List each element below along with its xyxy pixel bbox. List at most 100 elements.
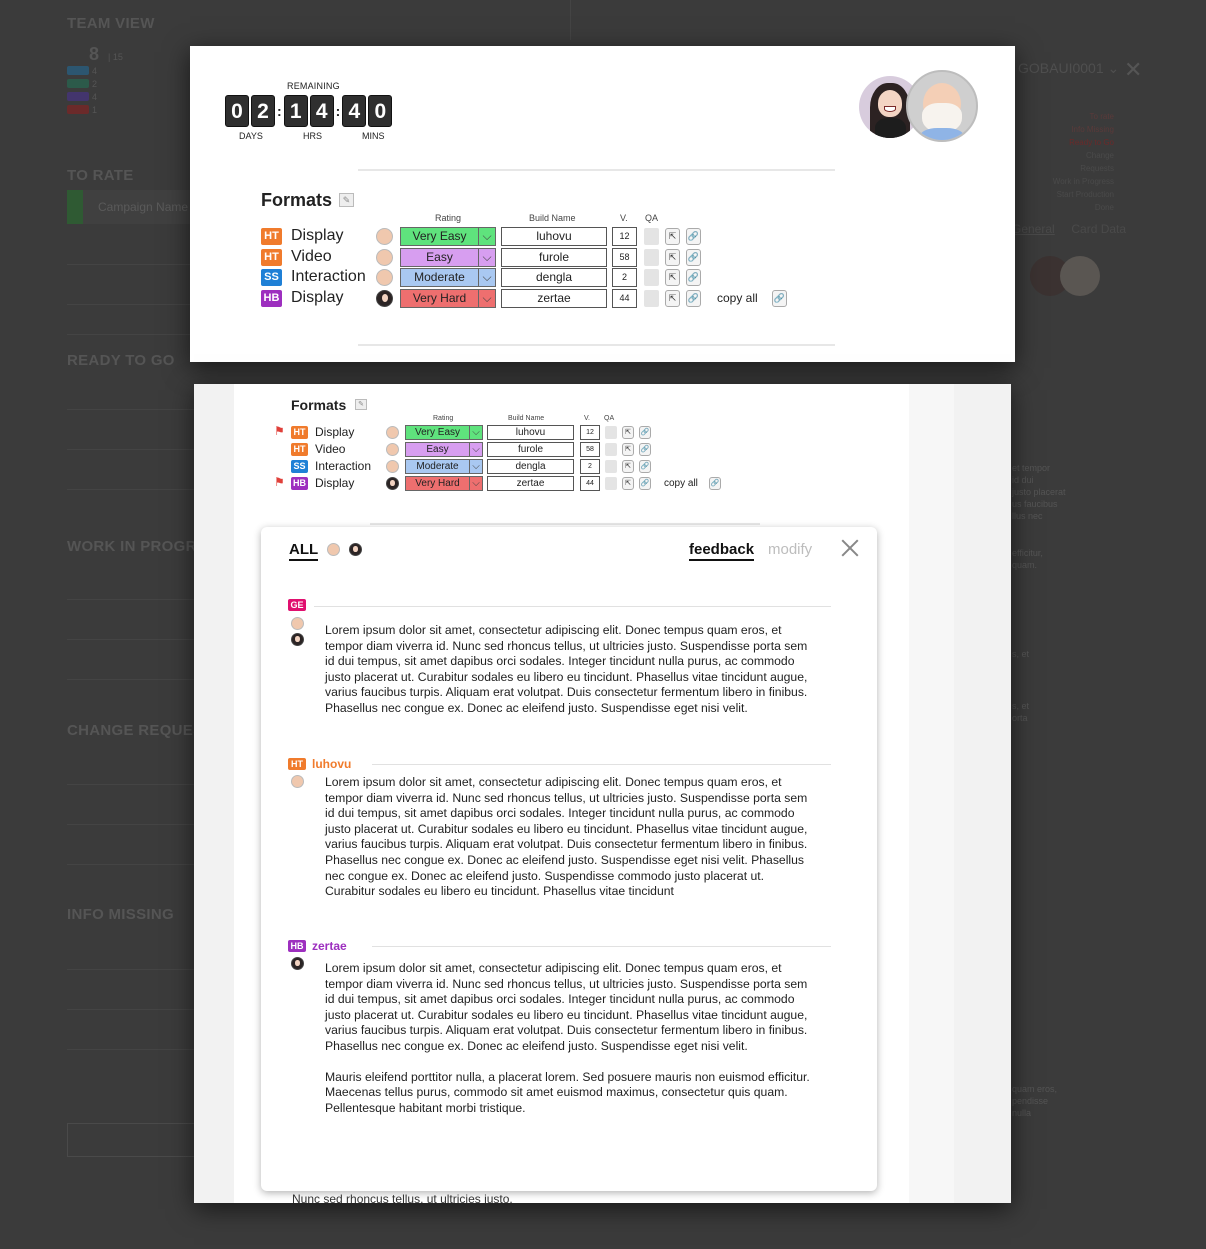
version-field[interactable]: 44 bbox=[580, 476, 600, 491]
link-icon[interactable]: 🔗 bbox=[709, 477, 721, 490]
edit-icon[interactable]: ✎ bbox=[355, 399, 367, 410]
rating-select[interactable]: Moderate ⌵ bbox=[405, 459, 483, 474]
build-name-field[interactable]: zertae bbox=[501, 289, 607, 309]
tab-general[interactable]: General bbox=[1012, 222, 1055, 236]
snippet: et tempor id dui justo placerat us faucibus… bbox=[1012, 463, 1066, 521]
qa-checkbox[interactable] bbox=[605, 426, 617, 439]
rating-value: Very Easy bbox=[414, 427, 461, 438]
feedback-section-header: HT luhovu bbox=[288, 757, 351, 771]
chevron-down-icon[interactable]: ⌵ bbox=[478, 290, 495, 308]
build-name-label[interactable]: zertae bbox=[312, 939, 347, 953]
rating-value: Very Easy bbox=[412, 229, 467, 243]
divider bbox=[358, 344, 835, 346]
rater-avatar[interactable] bbox=[386, 426, 399, 439]
avatar[interactable] bbox=[906, 70, 978, 142]
chevron-down-icon[interactable]: ⌵ bbox=[478, 228, 495, 245]
link-icon[interactable]: 🔗 bbox=[639, 477, 651, 490]
format-badge: SS bbox=[261, 269, 282, 287]
open-external-icon[interactable]: ⇱ bbox=[622, 426, 634, 439]
edit-icon[interactable]: ✎ bbox=[339, 193, 354, 207]
filter-avatar[interactable] bbox=[349, 543, 362, 556]
close-icon[interactable] bbox=[839, 537, 861, 559]
open-external-icon[interactable]: ⇱ bbox=[665, 269, 680, 287]
version-field[interactable]: 2 bbox=[612, 268, 637, 288]
feedback-paragraph: Lorem ipsum dolor sit amet, consectetur … bbox=[325, 623, 808, 715]
card-id-select[interactable]: GOBAUI0001 ⌄ bbox=[1018, 60, 1119, 77]
open-external-icon[interactable]: ⇱ bbox=[665, 228, 680, 245]
open-external-icon[interactable]: ⇱ bbox=[622, 443, 634, 456]
rater-avatar[interactable] bbox=[376, 228, 393, 245]
tab-feedback[interactable]: feedback bbox=[689, 541, 755, 561]
rater-avatar[interactable] bbox=[386, 443, 399, 456]
campaign-card[interactable]: Campaign Name bbox=[67, 190, 207, 224]
link-icon[interactable]: 🔗 bbox=[686, 228, 701, 245]
tab-modify[interactable]: modify bbox=[768, 541, 812, 558]
version-field[interactable]: 2 bbox=[580, 459, 600, 474]
chevron-down-icon[interactable]: ⌵ bbox=[478, 269, 495, 287]
close-icon[interactable]: ✕ bbox=[1124, 57, 1142, 83]
qa-checkbox[interactable] bbox=[644, 290, 659, 308]
link-icon[interactable]: 🔗 bbox=[772, 290, 787, 308]
version-field[interactable]: 12 bbox=[612, 227, 637, 246]
link-icon[interactable]: 🔗 bbox=[686, 248, 701, 266]
build-name-field[interactable]: luhovu bbox=[501, 227, 607, 246]
feedback-section: HT luhovu Lorem ipsum dolor sit amet, cons… bbox=[288, 757, 833, 957]
open-external-icon[interactable]: ⇱ bbox=[665, 290, 680, 308]
qa-checkbox[interactable] bbox=[644, 248, 659, 266]
rating-select[interactable]: Very Hard ⌵ bbox=[405, 476, 483, 491]
version-field[interactable]: 58 bbox=[580, 442, 600, 457]
rating-select[interactable]: Very Easy ⌵ bbox=[400, 227, 496, 246]
open-external-icon[interactable]: ⇱ bbox=[622, 477, 634, 490]
tab-all[interactable]: ALL bbox=[289, 541, 319, 561]
chevron-down-icon[interactable]: ⌵ bbox=[469, 443, 482, 456]
divider bbox=[372, 946, 831, 947]
chevron-down-icon[interactable]: ⌵ bbox=[469, 477, 482, 490]
build-name-field[interactable]: dengla bbox=[501, 268, 607, 288]
link-icon[interactable]: 🔗 bbox=[639, 443, 651, 456]
rating-select[interactable]: Very Easy ⌵ bbox=[405, 425, 483, 440]
digit-days: 0 bbox=[225, 95, 249, 127]
build-name-label[interactable]: luhovu bbox=[312, 757, 351, 771]
version-field[interactable]: 44 bbox=[612, 289, 637, 309]
qa-checkbox[interactable] bbox=[605, 477, 617, 490]
qa-checkbox[interactable] bbox=[605, 460, 617, 473]
link-icon[interactable]: 🔗 bbox=[639, 460, 651, 473]
format-badge: HT bbox=[288, 758, 306, 770]
open-external-icon[interactable]: ⇱ bbox=[665, 248, 680, 266]
copy-all-button[interactable]: copy all bbox=[664, 477, 698, 490]
chevron-down-icon[interactable]: ⌵ bbox=[478, 248, 495, 266]
col-rating: Rating bbox=[433, 415, 454, 422]
build-name-field[interactable]: dengla bbox=[487, 459, 574, 474]
link-icon[interactable]: 🔗 bbox=[639, 426, 651, 439]
build-name-field[interactable]: furole bbox=[487, 442, 574, 457]
build-name-field[interactable]: furole bbox=[501, 247, 607, 267]
qa-checkbox[interactable] bbox=[605, 443, 617, 456]
rating-select[interactable]: Easy ⌵ bbox=[405, 442, 483, 457]
chevron-down-icon[interactable]: ⌵ bbox=[469, 426, 482, 439]
formats-title: Formats bbox=[261, 190, 333, 210]
rater-avatar[interactable] bbox=[386, 477, 399, 490]
copy-all-button[interactable]: copy all bbox=[717, 290, 758, 307]
build-name-field[interactable]: luhovu bbox=[487, 425, 574, 440]
build-name-field[interactable]: zertae bbox=[487, 476, 574, 491]
link-icon[interactable]: 🔗 bbox=[686, 290, 701, 308]
chevron-down-icon[interactable]: ⌵ bbox=[469, 460, 482, 473]
filter-avatar[interactable] bbox=[327, 543, 340, 556]
commenter-avatar bbox=[291, 775, 304, 788]
rating-select[interactable]: Very Hard ⌵ bbox=[400, 289, 496, 309]
rater-avatar[interactable] bbox=[376, 290, 393, 308]
right-tabs: General Card Data bbox=[1012, 222, 1126, 236]
ghost-row bbox=[67, 980, 197, 1010]
qa-checkbox[interactable] bbox=[644, 269, 659, 287]
rater-avatar[interactable] bbox=[386, 460, 399, 473]
rater-avatar[interactable] bbox=[376, 248, 393, 266]
version-field[interactable]: 58 bbox=[612, 247, 637, 267]
rater-avatar[interactable] bbox=[376, 269, 393, 287]
rating-select[interactable]: Easy ⌵ bbox=[400, 247, 496, 267]
version-field[interactable]: 12 bbox=[580, 425, 600, 440]
link-icon[interactable]: 🔗 bbox=[686, 269, 701, 287]
qa-checkbox[interactable] bbox=[644, 228, 659, 245]
tab-card-data[interactable]: Card Data bbox=[1071, 222, 1126, 236]
open-external-icon[interactable]: ⇱ bbox=[622, 460, 634, 473]
rating-select[interactable]: Moderate ⌵ bbox=[400, 268, 496, 288]
